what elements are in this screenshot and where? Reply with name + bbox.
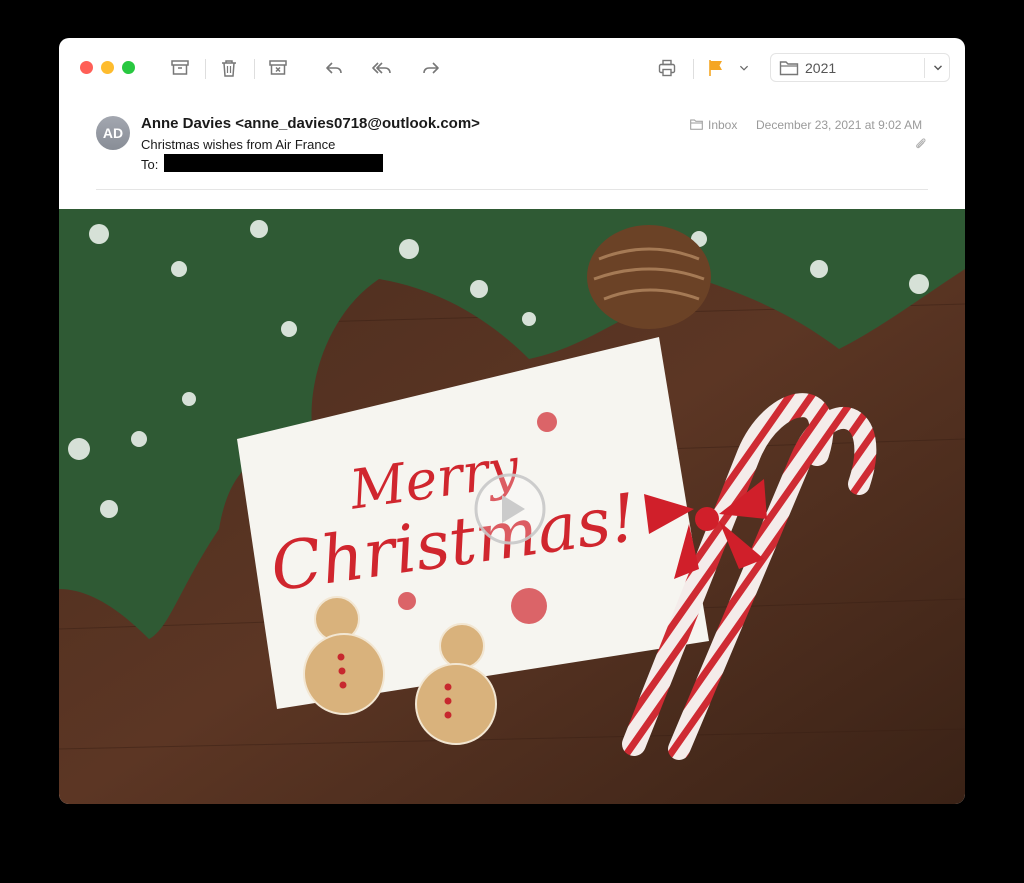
header-divider: [96, 189, 928, 190]
forward-button[interactable]: [417, 54, 445, 82]
archive-icon: [171, 60, 189, 75]
minimize-window-button[interactable]: [101, 61, 114, 74]
redacted-recipient: [164, 154, 383, 172]
paperclip-icon: [916, 138, 926, 149]
avatar: AD: [96, 116, 130, 150]
archive-button[interactable]: [166, 54, 194, 82]
junk-icon: [269, 60, 287, 75]
forward-icon: [423, 62, 439, 74]
flag-button[interactable]: [702, 54, 730, 82]
reply-icon: [326, 62, 342, 74]
print-icon: [658, 59, 676, 77]
message-date: December 23, 2021 at 9:02 AM: [756, 118, 923, 132]
email-body-image: Merry Christmas!: [59, 209, 965, 804]
play-icon[interactable]: [473, 472, 547, 546]
mail-window: 2021 AD Anne Davies <anne_davies0718@out…: [59, 38, 965, 804]
folder-icon: [779, 61, 799, 76]
chevron-down-icon: [934, 65, 942, 71]
sender[interactable]: Anne Davies <anne_davies0718@outlook.com…: [141, 115, 480, 132]
to-label: To:: [141, 157, 159, 172]
trash-icon: [222, 60, 236, 77]
reply-button[interactable]: [320, 54, 348, 82]
mailbox-name[interactable]: Inbox: [708, 118, 737, 132]
mailbox-label: 2021: [805, 60, 837, 76]
flag-icon: [709, 60, 722, 76]
print-button[interactable]: [653, 54, 681, 82]
delete-button[interactable]: [215, 54, 243, 82]
flag-menu-button[interactable]: [735, 54, 753, 82]
toolbar: 2021: [59, 38, 965, 98]
folder-icon: [690, 119, 703, 130]
move-to-mailbox-popup[interactable]: 2021: [770, 53, 950, 82]
chevron-down-icon: [739, 65, 749, 71]
pine-cone: [587, 225, 711, 329]
subject: Christmas wishes from Air France: [141, 137, 336, 152]
zoom-window-button[interactable]: [122, 61, 135, 74]
reply-all-button[interactable]: [368, 54, 396, 82]
reply-all-icon: [372, 62, 391, 74]
junk-button[interactable]: [264, 54, 292, 82]
close-window-button[interactable]: [80, 61, 93, 74]
